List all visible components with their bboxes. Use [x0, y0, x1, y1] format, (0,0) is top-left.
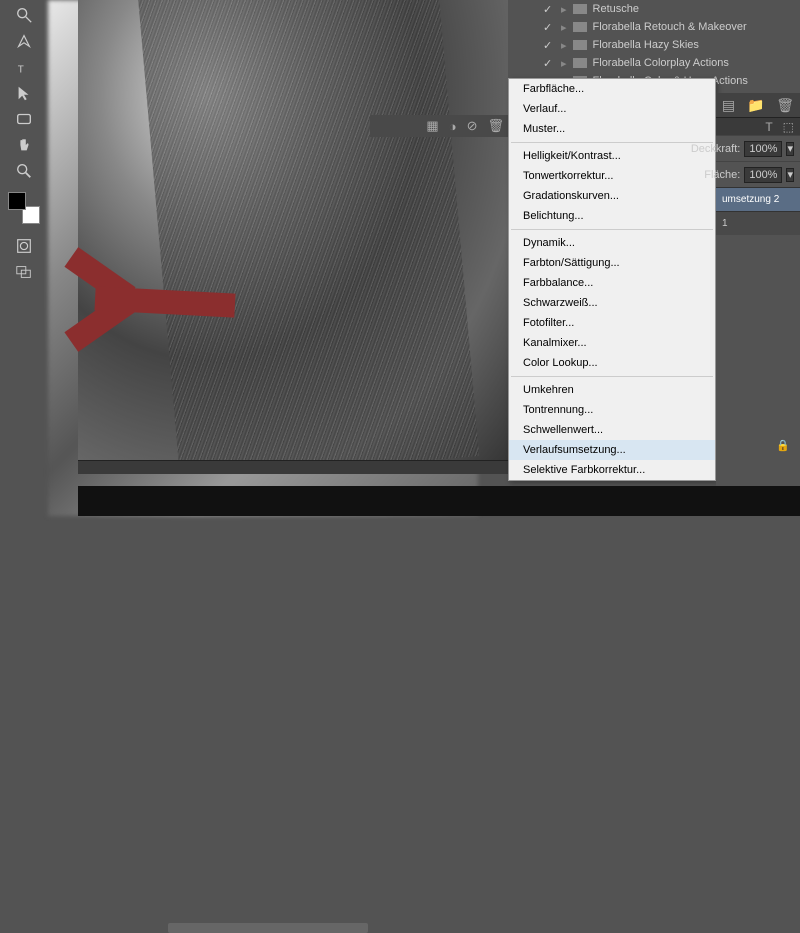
menu-item-selective-color[interactable]: Selektive Farbkorrektur...: [509, 460, 715, 480]
menu-item-color-balance[interactable]: Farbbalance...: [509, 273, 715, 293]
menu-item-channel-mixer[interactable]: Kanalmixer...: [509, 333, 715, 353]
fill-value[interactable]: 100%: [744, 167, 782, 183]
tools-toolbar: T: [0, 0, 48, 516]
bottom-bar: [78, 486, 800, 516]
panel-iconbar: ▤ 📁 🗑: [716, 93, 800, 117]
opacity-row: Deckkraft: 100% ▾: [716, 135, 800, 161]
menu-separator: [511, 229, 713, 230]
action-label: Retusche: [593, 3, 639, 15]
menu-item-vibrance[interactable]: Dynamik...: [509, 233, 715, 253]
menu-item-solid-color[interactable]: Farbfläche...: [509, 79, 715, 99]
new-folder-icon[interactable]: 📁: [747, 97, 764, 114]
action-label: Florabella Colorplay Actions: [593, 57, 729, 69]
menu-item-brightness[interactable]: Helligkeit/Kontrast...: [509, 146, 715, 166]
menu-item-black-white[interactable]: Schwarzweiß...: [509, 293, 715, 313]
trash-icon[interactable]: 🗑: [776, 97, 794, 114]
action-folder-row[interactable]: ✓▸Retusche: [535, 0, 800, 18]
pen-tool-icon[interactable]: [12, 29, 36, 53]
action-folder-row[interactable]: ✓▸Florabella Retouch & Makeover: [535, 18, 800, 36]
menu-separator: [511, 376, 713, 377]
lock-icon[interactable]: 🔒: [776, 439, 790, 452]
menu-item-invert[interactable]: Umkehren: [509, 380, 715, 400]
color-swatches[interactable]: [8, 192, 40, 224]
annotation-arrow: [55, 255, 235, 345]
menu-item-photo-filter[interactable]: Fotofilter...: [509, 313, 715, 333]
horizontal-scrollbar[interactable]: [168, 923, 368, 933]
action-folder-row[interactable]: ✓▸Florabella Hazy Skies: [535, 36, 800, 54]
foreground-color-swatch[interactable]: [8, 192, 26, 210]
shape-tool-icon[interactable]: [12, 107, 36, 131]
menu-item-gradient[interactable]: Verlauf...: [509, 99, 715, 119]
action-label: Florabella Retouch & Makeover: [593, 21, 747, 33]
menu-item-exposure[interactable]: Belichtung...: [509, 206, 715, 226]
path-select-tool-icon[interactable]: [12, 81, 36, 105]
menu-item-threshold[interactable]: Schwellenwert...: [509, 420, 715, 440]
type-tool-icon[interactable]: T: [12, 55, 36, 79]
svg-text:T: T: [18, 64, 24, 75]
filter-toggle-icon[interactable]: ⬚: [783, 120, 794, 134]
iconbar-trash-icon[interactable]: 🗑: [487, 118, 504, 134]
document-iconbar: ▦ ◑ ⊘ 🗑: [370, 115, 510, 137]
iconbar-icon[interactable]: ▦: [426, 118, 438, 134]
zoom-tool-icon[interactable]: [12, 159, 36, 183]
action-folder-row[interactable]: ✓▸Florabella Colorplay Actions: [535, 54, 800, 72]
quickmask-tool-icon[interactable]: [12, 234, 36, 258]
menu-item-curves[interactable]: Gradationskurven...: [509, 186, 715, 206]
layer-filter-row[interactable]: T ⬚: [716, 117, 800, 135]
opacity-value[interactable]: 100%: [744, 141, 782, 157]
opacity-dropdown-icon[interactable]: ▾: [786, 142, 794, 156]
fill-label: Fläche:: [704, 169, 740, 181]
dodge-tool-icon[interactable]: [12, 3, 36, 27]
layers-panel: ▤ 📁 🗑 T ⬚ Deckkraft: 100% ▾ Fläche: 100%…: [716, 93, 800, 516]
menu-item-hue-sat[interactable]: Farbton/Sättigung...: [509, 253, 715, 273]
fill-row: Fläche: 100% ▾: [716, 161, 800, 187]
new-action-icon[interactable]: ▤: [722, 97, 735, 114]
menu-item-color-lookup[interactable]: Color Lookup...: [509, 353, 715, 373]
lock-row: 🔒: [716, 434, 800, 456]
opacity-label: Deckkraft:: [691, 143, 741, 155]
menu-item-levels[interactable]: Tonwertkorrektur...: [509, 166, 715, 186]
iconbar-icon[interactable]: ◑: [449, 119, 457, 134]
hand-tool-icon[interactable]: [12, 133, 36, 157]
layer-row[interactable]: 1: [716, 211, 800, 235]
menu-separator: [511, 142, 713, 143]
menu-item-pattern[interactable]: Muster...: [509, 119, 715, 139]
filter-icon[interactable]: T: [765, 120, 772, 134]
fill-dropdown-icon[interactable]: ▾: [786, 168, 794, 182]
menu-item-gradient-map[interactable]: Verlaufsumsetzung...: [509, 440, 715, 460]
layer-row-selected[interactable]: umsetzung 2: [716, 187, 800, 211]
menu-item-posterize[interactable]: Tontrennung...: [509, 400, 715, 420]
iconbar-icon[interactable]: ⊘: [467, 118, 478, 134]
canvas-scrollbar-track: [78, 460, 508, 474]
image-content: [137, 0, 479, 470]
action-label: Florabella Hazy Skies: [593, 39, 699, 51]
document-canvas[interactable]: [78, 0, 508, 470]
screenmode-tool-icon[interactable]: [12, 260, 36, 284]
adjustment-layer-context-menu: Farbfläche... Verlauf... Muster... Helli…: [508, 78, 716, 481]
